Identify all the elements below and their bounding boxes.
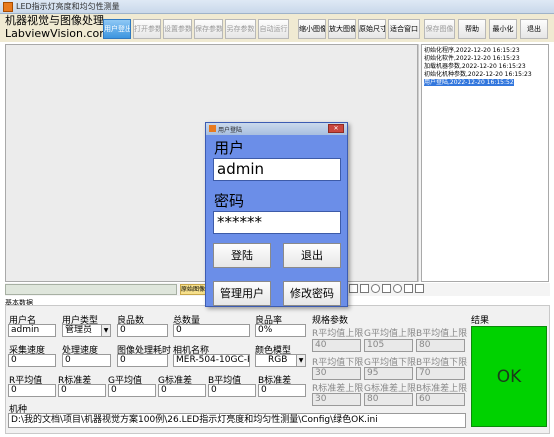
toolbar-button[interactable]: 打开参数 — [133, 19, 161, 39]
result-indicator: OK — [471, 326, 547, 427]
rect-tool-icon[interactable] — [360, 284, 369, 293]
spec-b-avg-max[interactable]: 80 — [416, 339, 465, 352]
result-label: 结果 — [471, 316, 490, 326]
dialog-title-bar[interactable]: 用户登陆 ✕ — [206, 123, 347, 135]
model-path-field[interactable]: D:\我的文档\项目\机器视觉方案100例\26.LED指示灯亮度和均匀性测量\… — [8, 413, 466, 428]
toolbar: 机器视觉与图像处理 LabviewVision.com 用户登出 打开参数 设置参数… — [0, 14, 554, 42]
spec-label-g-avg-max: G平均值上限 — [364, 329, 416, 339]
spec-label: 规格参数 — [312, 316, 349, 326]
original-image-button[interactable]: 原始图像 — [180, 284, 206, 295]
toolbar-button[interactable]: 用户登出 — [103, 19, 131, 39]
spec-g-avg-max[interactable]: 105 — [364, 339, 413, 352]
g-avg-field: 0 — [108, 384, 156, 397]
toolbar-button[interactable]: 最小化 — [489, 19, 517, 39]
log-list[interactable]: 初始化程序,2022-12-20 16:15:23 初始化软件,2022-12-… — [421, 44, 549, 282]
r-std-field: 0 — [58, 384, 106, 397]
capture-speed-field: 0 — [8, 354, 56, 367]
toolbar-button[interactable]: 另存参数 — [225, 19, 256, 39]
spec-r-avg-min[interactable]: 30 — [312, 367, 361, 380]
log-item[interactable]: 初始化程序,2022-12-20 16:15:23 — [424, 47, 520, 54]
b-avg-field: 0 — [208, 384, 256, 397]
polygon-tool-icon[interactable] — [382, 284, 391, 293]
logo-url: LabviewVision.com — [5, 27, 110, 40]
image-status-field — [5, 284, 177, 295]
logo-title: 机器视觉与图像处理 — [5, 14, 104, 27]
g-std-field: 0 — [158, 384, 206, 397]
toolbar-button[interactable]: 放大图像 — [328, 19, 356, 39]
toolbar-button[interactable]: 适合窗口 — [388, 19, 420, 39]
user-type-value: 管理员 — [65, 325, 93, 335]
exit-button[interactable]: 退出 — [283, 243, 341, 268]
change-password-button[interactable]: 修改密码 — [283, 281, 341, 306]
spec-g-avg-min[interactable]: 95 — [364, 367, 413, 380]
total-count-field: 0 — [173, 324, 250, 337]
login-button[interactable]: 登陆 — [213, 243, 271, 268]
toolbar-button[interactable]: 设置参数 — [163, 19, 192, 39]
title-bar: LED指示灯亮度和均匀性测量 — [0, 0, 554, 14]
oval-tool-icon[interactable] — [371, 284, 380, 293]
window-title: LED指示灯亮度和均匀性测量 — [16, 2, 120, 11]
color-model-select[interactable]: RGB ▼ — [255, 354, 306, 367]
app-icon — [3, 2, 13, 12]
spec-r-std-max[interactable]: 30 — [312, 393, 361, 406]
dialog-app-icon — [209, 125, 216, 132]
zoom-tool-icon[interactable] — [415, 284, 424, 293]
toolbar-button[interactable]: 保存图像 — [424, 19, 455, 39]
log-item[interactable]: 初始化机种参数,2022-12-20 16:15:23 — [424, 71, 532, 78]
spec-g-std-max[interactable]: 80 — [364, 393, 413, 406]
spec-b-std-max[interactable]: 60 — [416, 393, 465, 406]
toolbar-button[interactable]: 保存参数 — [194, 19, 223, 39]
log-item[interactable]: 初始化软件,2022-12-20 16:15:23 — [424, 55, 520, 62]
camera-name-field: MER-504-10GC-P — [173, 354, 250, 367]
spec-label-r-avg-max: R平均值上限 — [312, 329, 364, 339]
login-dialog: 用户登陆 ✕ 用户 admin 密码 ****** 登陆 退出 管理用户 修改密… — [205, 122, 348, 307]
dialog-title: 用户登陆 — [218, 127, 243, 134]
password-label: 密码 — [214, 192, 245, 210]
spec-r-avg-max[interactable]: 40 — [312, 339, 361, 352]
toolbar-button[interactable]: 帮助 — [458, 19, 486, 39]
toolbar-button[interactable]: 原始尺寸 — [358, 19, 386, 39]
r-avg-field: 0 — [8, 384, 56, 397]
user-type-select[interactable]: 管理员 ▼ — [62, 324, 111, 337]
user-input[interactable]: admin — [213, 158, 341, 181]
pointer-tool-icon[interactable] — [349, 284, 358, 293]
username-field: admin — [8, 324, 56, 337]
toolbar-button[interactable]: 退出 — [520, 19, 548, 39]
process-speed-field: 0 — [62, 354, 111, 367]
user-label: 用户 — [214, 139, 245, 157]
process-time-field: 0 — [117, 354, 168, 367]
close-icon[interactable]: ✕ — [328, 124, 344, 133]
manage-users-button[interactable]: 管理用户 — [213, 281, 271, 306]
good-count-field: 0 — [117, 324, 168, 337]
toolbar-button[interactable]: 自动运行 — [258, 19, 289, 39]
line-tool-icon[interactable] — [404, 284, 413, 293]
log-item[interactable]: 加载机器参数,2022-12-20 16:15:23 — [424, 63, 526, 70]
toolbar-button[interactable]: 缩小图像 — [298, 19, 326, 39]
chevron-down-icon[interactable]: ▼ — [296, 355, 305, 366]
spec-b-avg-min[interactable]: 70 — [416, 367, 465, 380]
color-model-value: RGB — [268, 355, 288, 365]
yield-field: 0% — [255, 324, 306, 337]
ring-tool-icon[interactable] — [393, 284, 402, 293]
b-std-field: 0 — [258, 384, 306, 397]
spec-label-b-avg-max: B平均值上限 — [416, 329, 468, 339]
password-input[interactable]: ****** — [213, 211, 341, 234]
log-item-selected[interactable]: 用户登陆,2022-12-20 16:15:52 — [424, 79, 514, 86]
chevron-down-icon[interactable]: ▼ — [101, 325, 110, 336]
